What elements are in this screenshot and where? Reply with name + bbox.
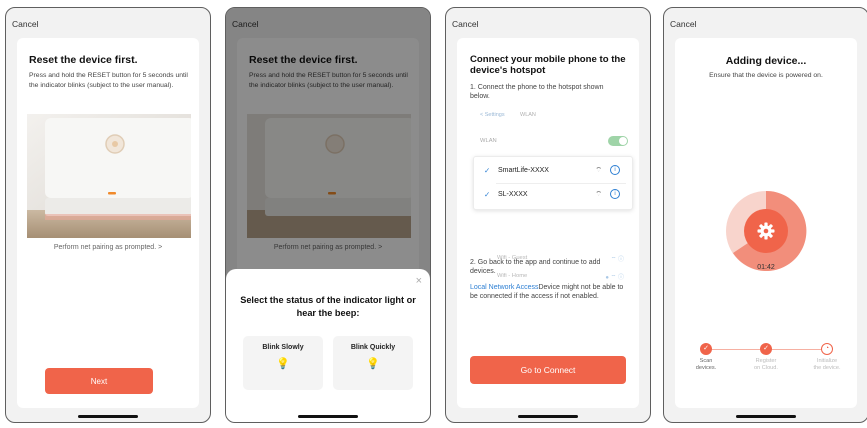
home-indicator bbox=[298, 415, 358, 418]
blink-slowly-option[interactable]: Blink Slowly 💡 bbox=[243, 336, 323, 390]
screen-adding-device: Cancel Adding device... Ensure that the … bbox=[663, 7, 867, 423]
settings-header: < Settings WLAN bbox=[476, 106, 630, 124]
wlan-settings-illustration: < Settings WLAN WLAN ✓ SmartLife-XXXX ⌔ … bbox=[473, 106, 633, 281]
close-icon[interactable]: × bbox=[416, 275, 422, 287]
wifi-icon: ⌔ bbox=[595, 167, 602, 174]
step-register: ✓ Register on Cloud. bbox=[741, 343, 791, 372]
cancel-button[interactable]: Cancel bbox=[670, 19, 696, 29]
network-row: ✓ SmartLife-XXXX ⌔ i bbox=[474, 160, 632, 182]
content-card: Adding device... Ensure that the device … bbox=[675, 38, 857, 408]
home-indicator bbox=[736, 415, 796, 418]
checkmark-icon: ✓ bbox=[700, 343, 712, 355]
device-photo bbox=[27, 114, 191, 238]
content-card: Reset the device first. Press and hold t… bbox=[17, 38, 199, 408]
cancel-button[interactable]: Cancel bbox=[12, 19, 38, 29]
checkmark-icon: ✓ bbox=[760, 343, 772, 355]
step-scan: ✓ Scan devices. bbox=[681, 343, 731, 372]
checkmark-icon: ✓ bbox=[484, 190, 491, 199]
option-label: Blink Slowly bbox=[262, 344, 304, 351]
settings-title: WLAN bbox=[520, 112, 536, 118]
bulb-icon: 💡 bbox=[276, 358, 290, 370]
info-icon: i bbox=[610, 189, 620, 199]
bulb-icon: 💡 bbox=[366, 358, 380, 370]
home-indicator bbox=[518, 415, 578, 418]
content-card: Connect your mobile phone to the device'… bbox=[457, 38, 639, 408]
step-label: Register on Cloud. bbox=[754, 358, 778, 371]
go-to-connect-button[interactable]: Go to Connect bbox=[470, 356, 626, 384]
reset-instructions: Press and hold the RESET button for 5 se… bbox=[29, 72, 188, 89]
page-subtitle: Ensure that the device is powered on. bbox=[709, 72, 823, 79]
step-label: Initialize the device. bbox=[813, 358, 841, 371]
wlan-toggle-row: WLAN bbox=[476, 134, 630, 148]
network-name: SmartLife-XXXX bbox=[498, 167, 549, 174]
wlan-label: WLAN bbox=[480, 138, 497, 144]
settings-back-link: < Settings bbox=[480, 112, 505, 118]
countdown-timer: 01:42 bbox=[757, 264, 775, 271]
network-row: ✓ SL-XXXX ⌔ i bbox=[474, 184, 632, 206]
checkmark-icon: ✓ bbox=[484, 166, 491, 175]
step-label: Scan devices. bbox=[695, 358, 717, 371]
cancel-button[interactable]: Cancel bbox=[452, 19, 478, 29]
next-button[interactable]: Next bbox=[45, 368, 153, 394]
screen-reset-device: Cancel Reset the device first. Press and… bbox=[5, 7, 211, 423]
pair-as-prompted-link[interactable]: Perform net pairing as prompted. > bbox=[17, 244, 199, 251]
sheet-title: Select the status of the indicator light… bbox=[240, 295, 416, 318]
hotspot-list-highlight: ✓ SmartLife-XXXX ⌔ i ✓ SL-XXXX ⌔ i bbox=[473, 156, 633, 210]
screen-connect-hotspot: Cancel Connect your mobile phone to the … bbox=[445, 7, 651, 423]
home-indicator bbox=[78, 415, 138, 418]
gear-icon bbox=[757, 222, 775, 240]
step-2-text: 2. Go back to the app and continue to ad… bbox=[470, 259, 601, 275]
info-icon: i bbox=[610, 165, 620, 175]
local-network-access-note: Local Network AccessDevice might not be … bbox=[470, 283, 626, 301]
wlan-toggle bbox=[608, 136, 628, 146]
blink-quickly-option[interactable]: Blink Quickly 💡 bbox=[333, 336, 413, 390]
page-title: Reset the device first. bbox=[29, 54, 138, 66]
step-1-text: 1. Connect the phone to the hotspot show… bbox=[470, 84, 604, 100]
step-initialize: ◔ Initialize the device. bbox=[802, 343, 852, 372]
network-name: SL-XXXX bbox=[498, 191, 528, 198]
page-title: Adding device... bbox=[725, 55, 807, 67]
progress-ring bbox=[725, 190, 807, 272]
local-network-access-link[interactable]: Local Network Access bbox=[470, 284, 538, 291]
screen-indicator-status: Cancel Reset the device first. Press and… bbox=[225, 7, 431, 423]
option-label: Blink Quickly bbox=[350, 344, 396, 351]
loading-icon: ◔ bbox=[821, 343, 833, 355]
page-title: Connect your mobile phone to the device'… bbox=[470, 54, 626, 76]
wifi-icon: ⌔ bbox=[595, 191, 602, 198]
indicator-status-sheet: × Select the status of the indicator lig… bbox=[226, 269, 430, 422]
